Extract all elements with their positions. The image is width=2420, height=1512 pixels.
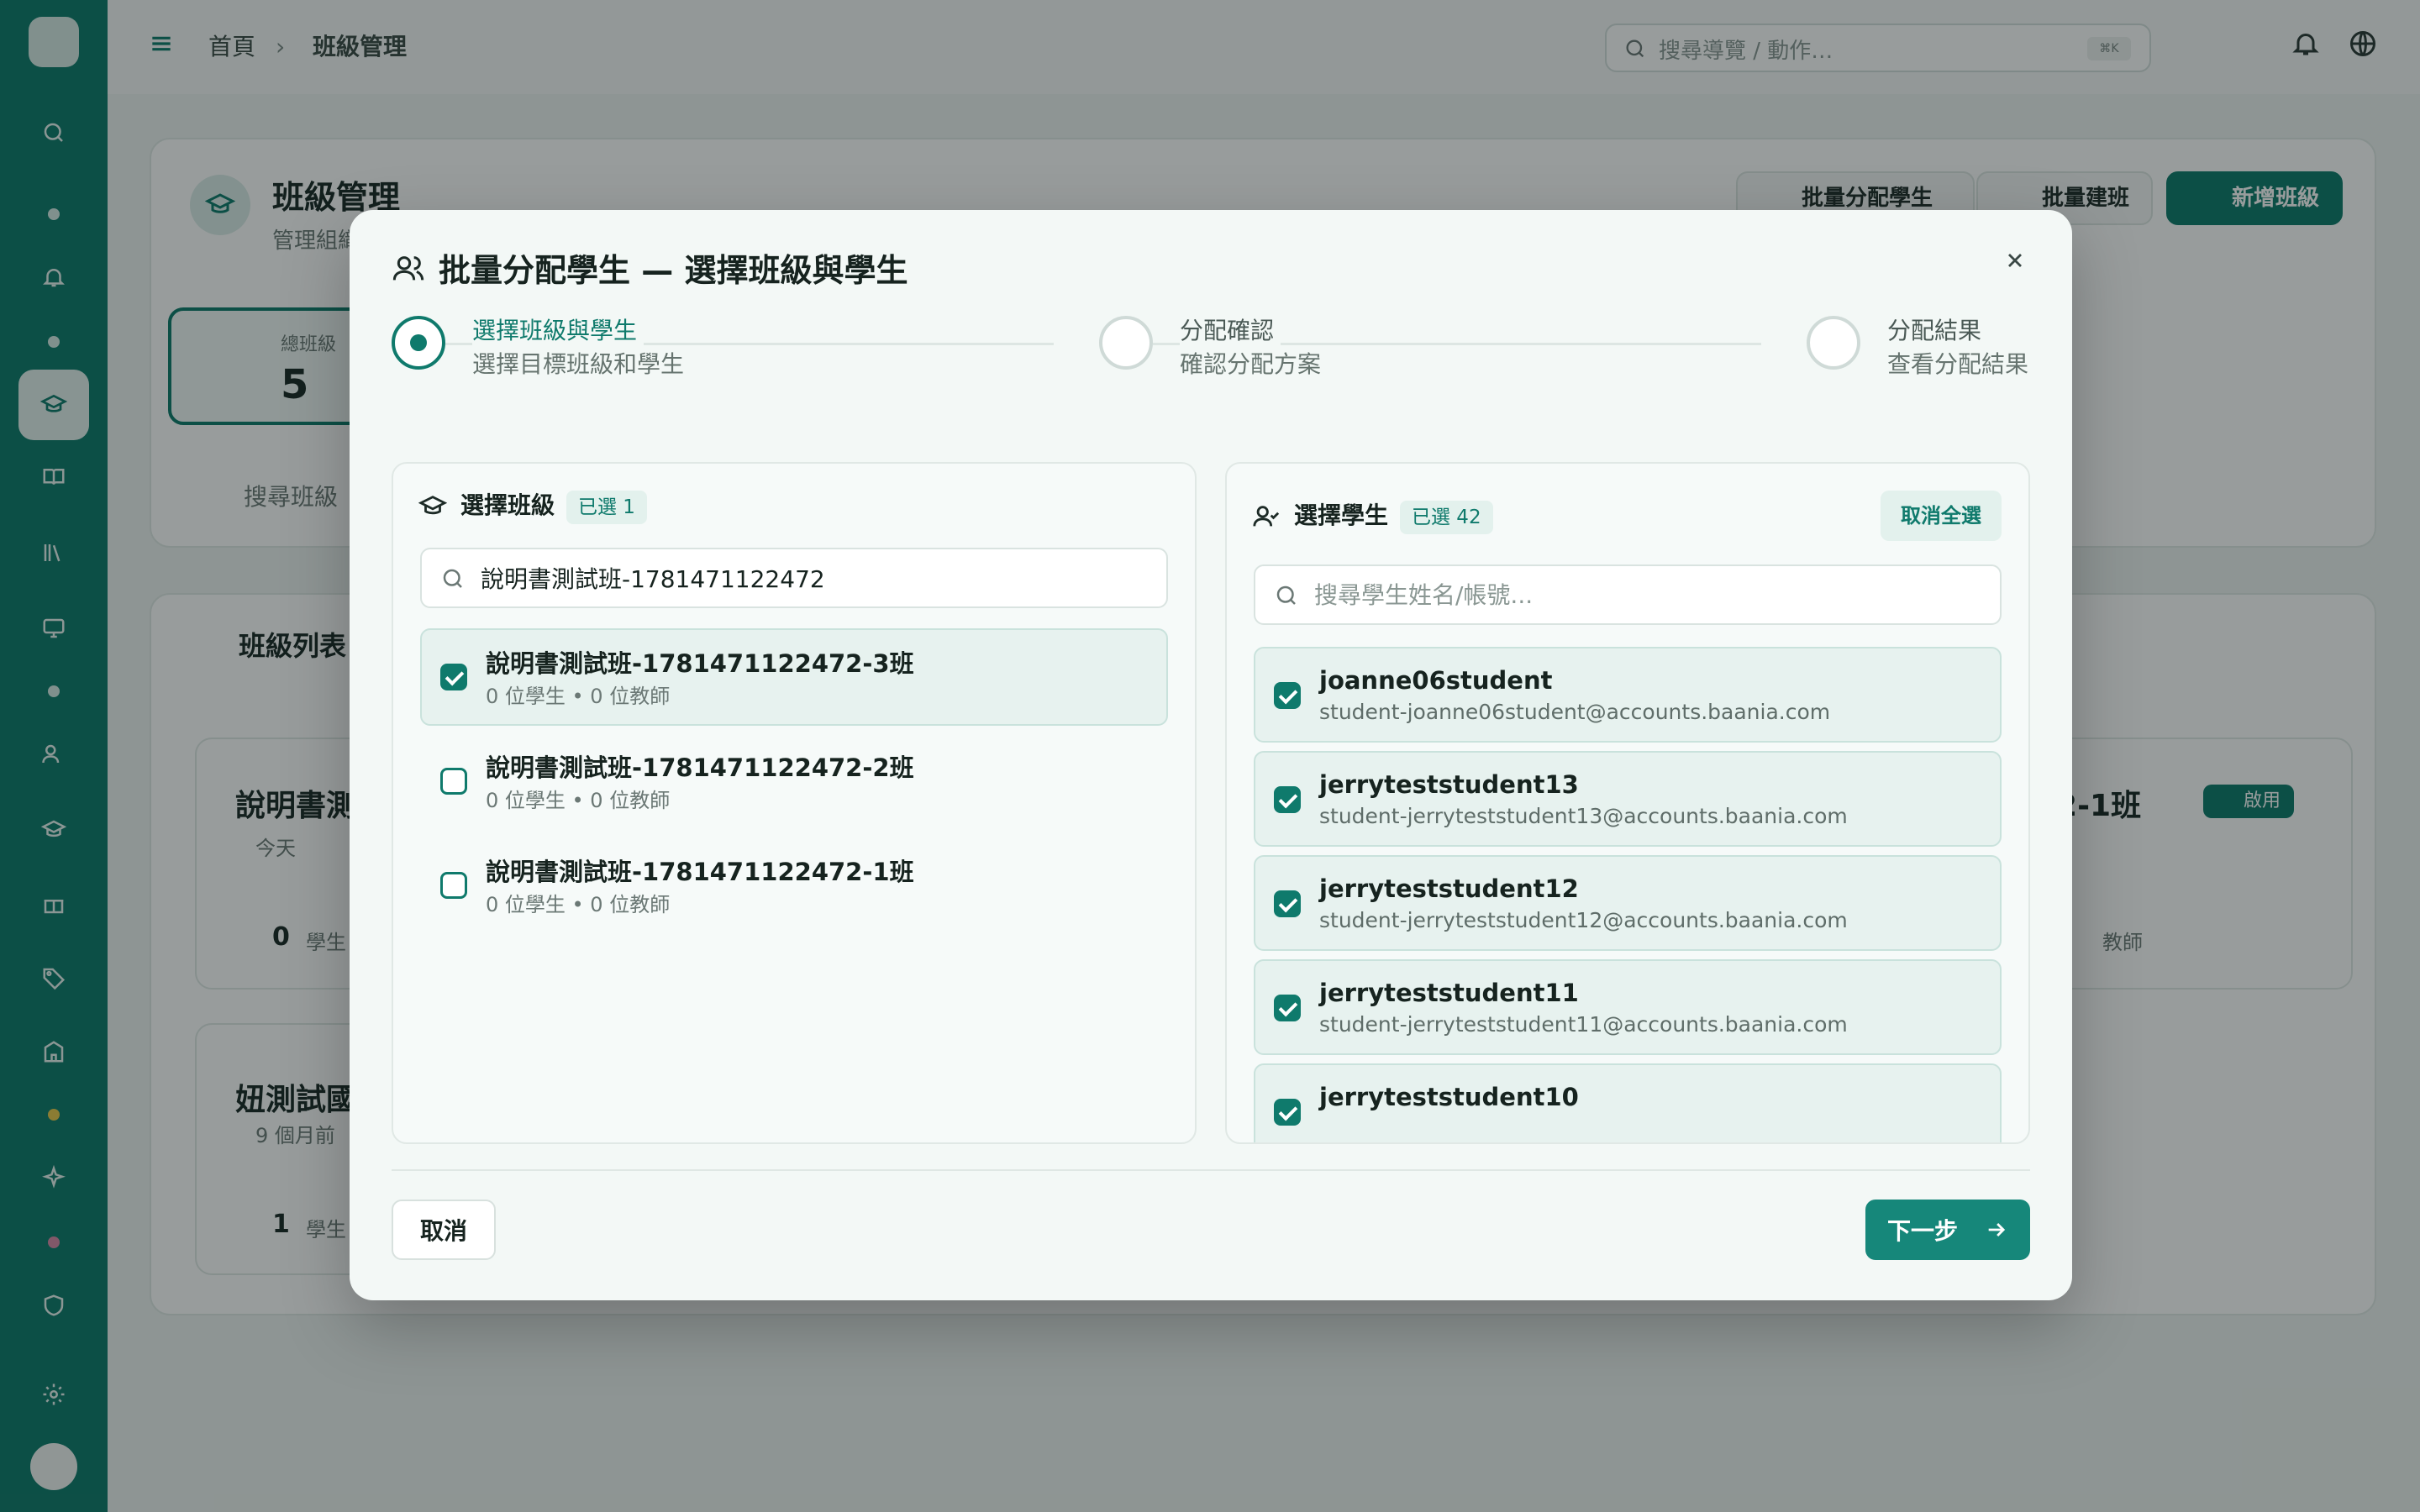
class-search-input[interactable] [481,556,1153,600]
class-item[interactable]: 說明書測試班-1781471122472-2班 0 位學生 • 0 位教師 [420,732,1168,830]
class-select-panel: 選擇班級 已選 1 說明書測試班-1781471122472-3班 0 位學生 … [392,462,1197,1144]
student-checkbox[interactable] [1274,682,1301,709]
class-panel-title: 選擇班級 [460,491,555,519]
class-search-field[interactable] [420,548,1168,608]
class-item[interactable]: 說明書測試班-1781471122472-1班 0 位學生 • 0 位教師 [420,837,1168,934]
class-item[interactable]: 說明書測試班-1781471122472-3班 0 位學生 • 0 位教師 [420,628,1168,726]
student-checkbox[interactable] [1274,890,1301,917]
class-checkbox[interactable] [440,872,467,899]
class-checkbox[interactable] [440,768,467,795]
batch-assign-modal: 批量分配學生 — 選擇班級與學生 選擇班級與學生 選擇目標班級和學生 分配確認 … [350,210,2072,1300]
student-select-panel: 選擇學生 已選 42 取消全選 joanne06student student-… [1225,462,2030,1144]
search-icon [1274,583,1299,608]
step-2-desc: 確認分配方案 [1180,348,1328,381]
step-3-label: 分配結果 [1887,317,1982,344]
student-name: jerryteststudent12 [1319,874,1579,903]
student-email: student-joanne06student@accounts.baania.… [1319,700,1831,724]
next-step-button[interactable]: 下一步 [1865,1200,2030,1260]
student-email: student-jerryteststudent11@accounts.baan… [1319,1012,1848,1037]
class-item-meta: 0 位學生 • 0 位教師 [486,789,671,812]
student-item[interactable]: jerryteststudent13 student-jerryteststud… [1254,751,2002,847]
student-checkbox[interactable] [1274,995,1301,1021]
student-item[interactable]: joanne06student student-joanne06student@… [1254,647,2002,743]
class-checkbox[interactable] [440,664,467,690]
student-name: jerryteststudent10 [1319,1083,1579,1111]
deselect-all-button[interactable]: 取消全選 [1881,491,2002,541]
student-item[interactable]: jerryteststudent10 [1254,1063,2002,1142]
next-step-label: 下一步 [1887,1217,1959,1245]
class-item-name: 說明書測試班-1781471122472-3班 [486,649,914,678]
student-item[interactable]: jerryteststudent11 student-jerryteststud… [1254,959,2002,1055]
users-icon [392,252,425,286]
step-1-desc: 選擇目標班級和學生 [472,348,692,381]
class-selected-badge: 已選 1 [566,491,647,524]
class-item-meta: 0 位學生 • 0 位教師 [486,893,671,916]
student-name: joanne06student [1319,666,1553,695]
close-icon[interactable] [1995,240,2035,281]
step-2-indicator [1099,316,1153,370]
class-item-meta: 0 位學生 • 0 位教師 [486,685,671,708]
student-email: student-jerryteststudent13@accounts.baan… [1319,804,1848,828]
student-search-field[interactable] [1254,564,2002,625]
student-email: student-jerryteststudent12@accounts.baan… [1319,908,1848,932]
arrow-right-icon [1985,1218,2008,1242]
step-2-label: 分配確認 [1180,314,1281,348]
student-selected-badge: 已選 42 [1400,501,1493,534]
step-3-indicator [1807,316,1860,370]
step-3-desc: 查看分配結果 [1887,350,2029,378]
modal-title: 批量分配學生 — 選擇班級與學生 [439,252,908,289]
student-name: jerryteststudent13 [1319,770,1579,799]
footer-divider [392,1169,2030,1171]
student-search-input[interactable] [1314,573,1986,617]
class-item-name: 說明書測試班-1781471122472-2班 [486,753,914,782]
search-icon [440,566,466,591]
student-panel-title: 選擇學生 [1294,501,1389,529]
student-name: jerryteststudent11 [1319,979,1579,1007]
student-item[interactable]: jerryteststudent12 student-jerryteststud… [1254,855,2002,951]
step-1-label: 選擇班級與學生 [472,314,644,348]
cancel-button[interactable]: 取消 [392,1200,496,1260]
student-checkbox[interactable] [1274,786,1301,813]
step-1-indicator [392,316,445,370]
user-check-icon [1252,502,1282,533]
student-list[interactable]: joanne06student student-joanne06student@… [1227,647,2028,1142]
class-item-name: 說明書測試班-1781471122472-1班 [486,858,914,886]
student-checkbox[interactable] [1274,1099,1301,1126]
graduation-cap-icon [418,492,449,522]
